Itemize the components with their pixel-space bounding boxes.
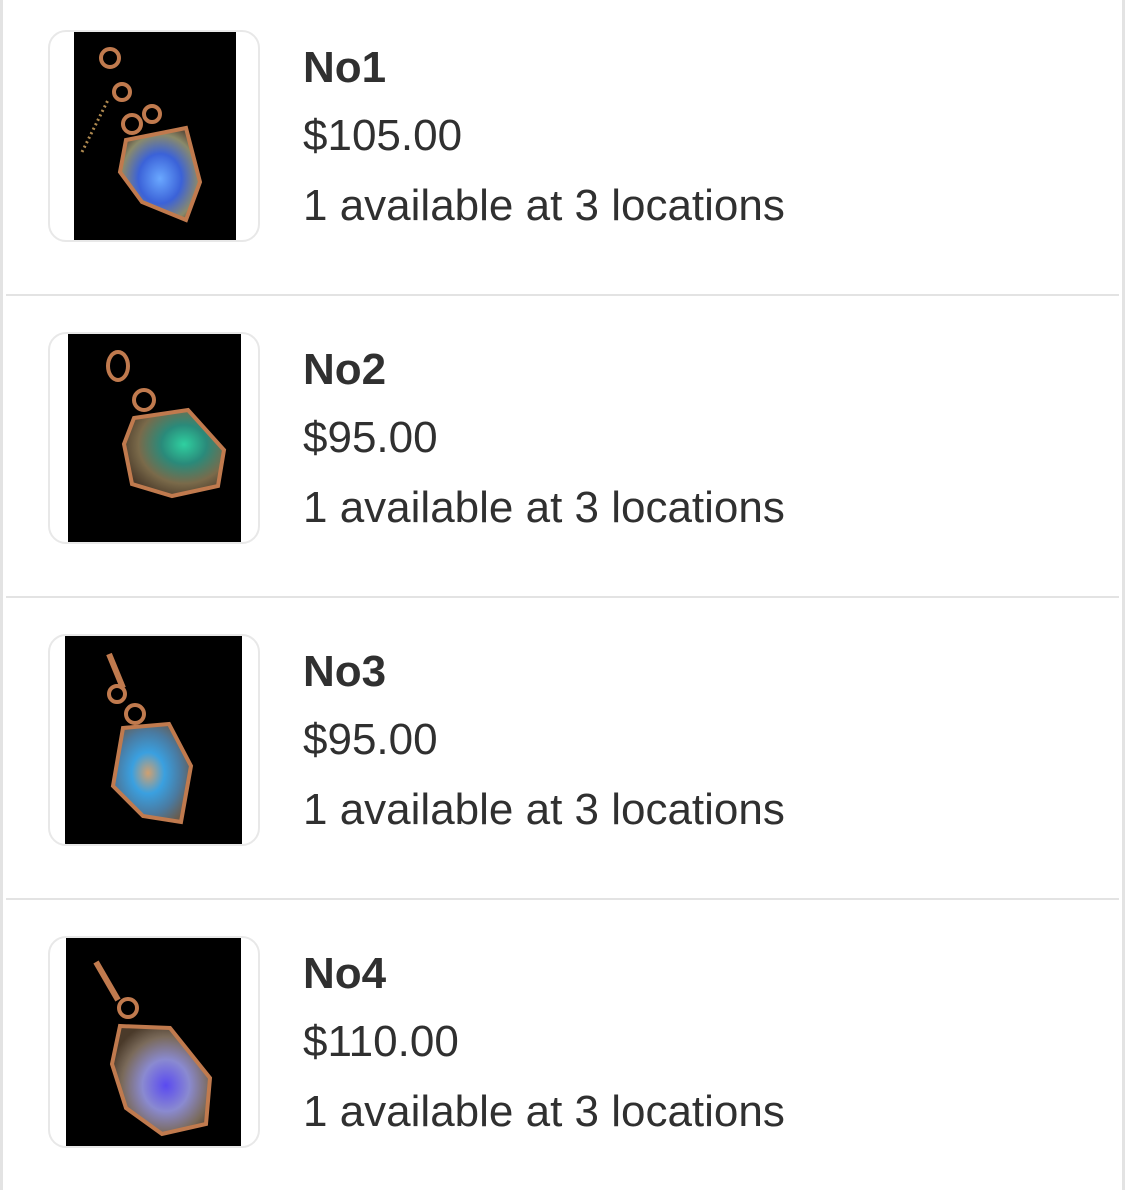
product-thumbnail <box>48 332 260 544</box>
product-thumbnail <box>48 30 260 242</box>
product-price: $105.00 <box>303 111 463 160</box>
opal-pendant-image <box>74 32 236 240</box>
product-list: No1 $105.00 1 available at 3 locations N… <box>0 0 1125 1190</box>
product-availability: 1 available at 3 locations <box>303 1087 785 1136</box>
product-title: No4 <box>303 949 387 998</box>
product-thumbnail <box>48 936 260 1148</box>
product-row[interactable]: No3 $95.00 1 available at 3 locations <box>6 598 1119 900</box>
opal-pendant-image <box>68 334 241 542</box>
product-thumbnail <box>48 634 260 846</box>
product-price: $95.00 <box>303 413 438 462</box>
product-row[interactable]: No4 $110.00 1 available at 3 locations <box>6 900 1119 1202</box>
opal-pendant-image <box>66 938 241 1146</box>
opal-pendant-image <box>65 636 242 844</box>
product-title: No3 <box>303 647 387 696</box>
product-row[interactable]: No1 $105.00 1 available at 3 locations <box>6 0 1119 296</box>
product-title: No1 <box>303 43 387 92</box>
product-availability: 1 available at 3 locations <box>303 785 785 834</box>
product-title: No2 <box>303 345 387 394</box>
product-row[interactable]: No2 $95.00 1 available at 3 locations <box>6 296 1119 598</box>
product-availability: 1 available at 3 locations <box>303 181 785 230</box>
product-price: $95.00 <box>303 715 438 764</box>
product-availability: 1 available at 3 locations <box>303 483 785 532</box>
product-price: $110.00 <box>303 1017 459 1066</box>
